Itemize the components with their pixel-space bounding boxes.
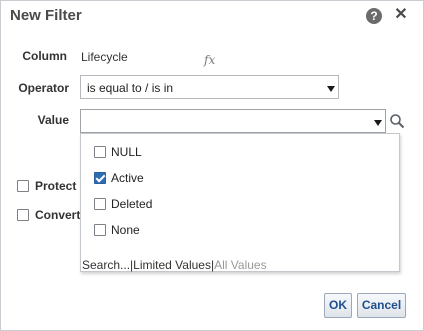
operator-label: Operator <box>18 81 69 95</box>
limited-values-link[interactable]: Limited Values <box>133 258 211 272</box>
dialog-title: New Filter <box>10 7 82 24</box>
dialog-titlebar: New Filter ? ✕ <box>1 1 423 33</box>
new-filter-dialog: New Filter ? ✕ Column Lifecycle fx Opera… <box>0 0 424 331</box>
dropdown-footer-links: Search...|Limited Values|All Values <box>82 258 267 272</box>
option-label: NULL <box>111 145 142 159</box>
value-label: Value <box>37 113 69 127</box>
column-label: Column <box>22 49 67 63</box>
protect-checkbox[interactable] <box>17 180 29 192</box>
convert-checkbox[interactable] <box>17 209 29 221</box>
operator-selected-value: is equal to / is in <box>87 81 174 95</box>
option-label: None <box>111 223 140 237</box>
operator-select[interactable]: is equal to / is in <box>80 75 339 99</box>
option-label: Deleted <box>111 197 153 211</box>
cancel-button[interactable]: Cancel <box>357 293 406 318</box>
option-checkbox[interactable] <box>94 198 106 210</box>
chevron-down-icon[interactable] <box>327 86 335 92</box>
value-dropdown-list: NULL Active Deleted None Search...|Limit… <box>80 133 400 272</box>
convert-label: Convert <box>35 208 81 222</box>
chevron-down-icon[interactable] <box>374 120 382 126</box>
fx-icon[interactable]: fx <box>204 53 215 67</box>
help-icon[interactable]: ? <box>366 8 382 24</box>
option-checkbox[interactable] <box>94 224 106 236</box>
search-icon[interactable] <box>389 113 405 129</box>
search-link[interactable]: Search... <box>82 258 130 272</box>
value-input[interactable] <box>80 109 386 133</box>
column-value: Lifecycle <box>81 50 128 64</box>
option-checkbox[interactable] <box>94 146 106 158</box>
option-checkbox[interactable] <box>94 172 106 184</box>
option-label: Active <box>111 171 144 185</box>
all-values-link[interactable]: All Values <box>214 258 266 272</box>
close-icon[interactable]: ✕ <box>393 6 409 24</box>
ok-button[interactable]: OK <box>324 293 352 318</box>
protect-label: Protect <box>35 179 77 193</box>
